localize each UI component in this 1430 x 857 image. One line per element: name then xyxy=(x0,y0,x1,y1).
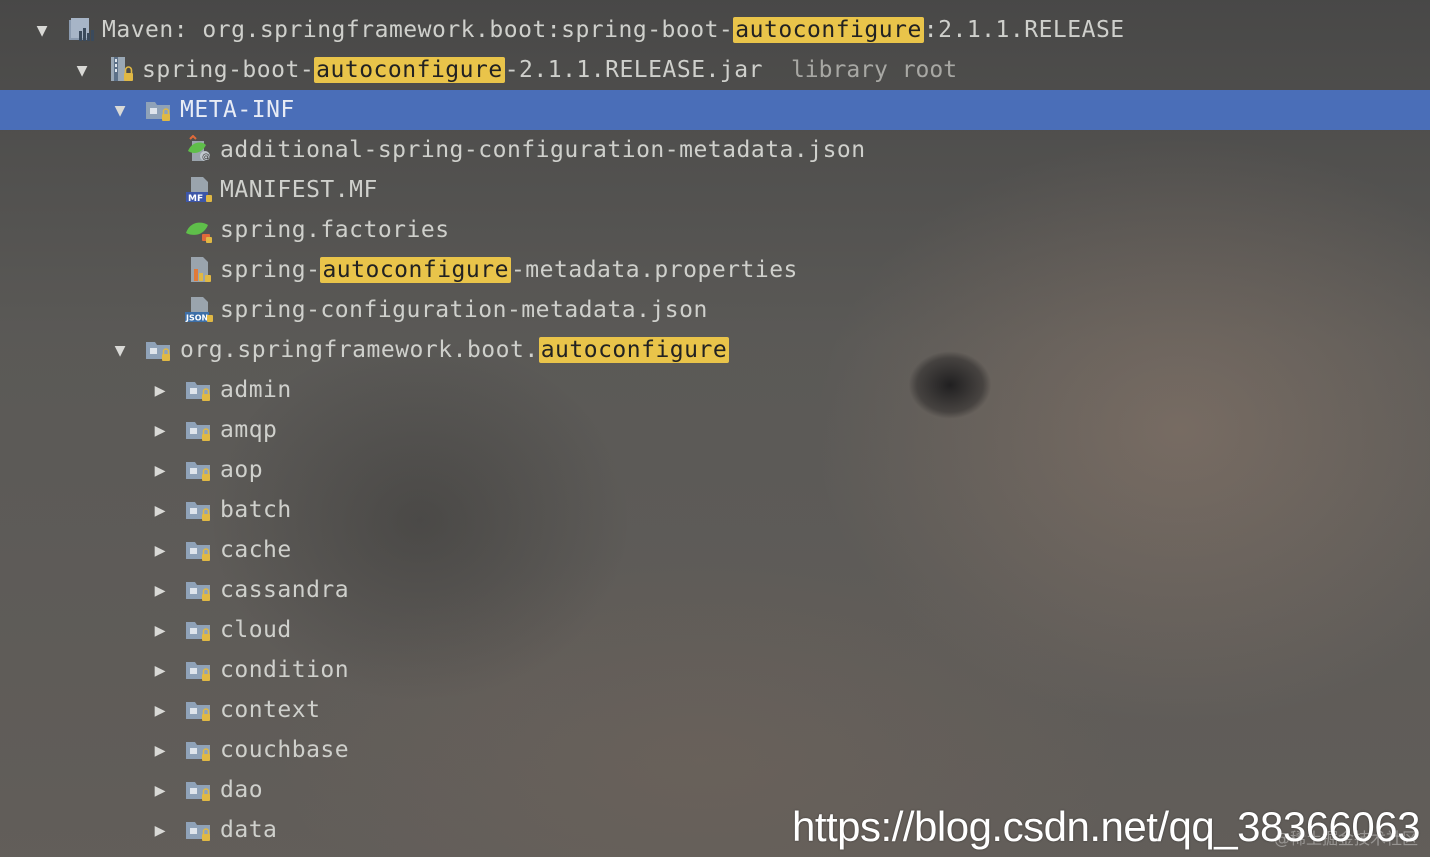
meta-inf-label: META-INF xyxy=(180,97,295,123)
subpackage-label: amqp xyxy=(220,417,278,443)
tree-node-subpackage[interactable]: ▶ admin xyxy=(0,370,1430,410)
watermark-community: @稀土掘金技术社区 xyxy=(1273,829,1418,848)
file-label: MANIFEST.MF xyxy=(220,177,378,203)
subpackage-label: aop xyxy=(220,457,264,483)
json-file-icon: JSON xyxy=(184,295,214,325)
package-folder-icon xyxy=(184,375,214,405)
triangle-right-icon[interactable]: ▶ xyxy=(148,698,172,722)
search-highlight: autoconfigure xyxy=(538,337,730,363)
tree-node-subpackage[interactable]: ▶ aop xyxy=(0,450,1430,490)
package-folder-icon xyxy=(184,695,214,725)
package-folder-icon xyxy=(184,455,214,485)
search-highlight: autoconfigure xyxy=(320,257,511,283)
package-folder-icon xyxy=(144,335,174,365)
tree-node-subpackage[interactable]: ▶ condition xyxy=(0,650,1430,690)
subpackage-label: batch xyxy=(220,497,292,523)
triangle-right-icon[interactable]: ▶ xyxy=(148,818,172,842)
tree-node-subpackage[interactable]: ▶ batch xyxy=(0,490,1430,530)
triangle-down-icon[interactable]: ▼ xyxy=(70,58,94,82)
tree-node-file[interactable]: MF MANIFEST.MF xyxy=(0,170,1430,210)
subpackage-label: condition xyxy=(220,657,350,683)
tree-node-subpackage[interactable]: ▶ cache xyxy=(0,530,1430,570)
triangle-right-icon[interactable]: ▶ xyxy=(148,458,172,482)
triangle-right-icon[interactable]: ▶ xyxy=(148,618,172,642)
file-label: spring.factories xyxy=(220,217,450,243)
properties-file-icon xyxy=(184,255,214,285)
maven-library-label: Maven: org.springframework.boot:spring-b… xyxy=(102,17,1125,43)
triangle-right-icon[interactable]: ▶ xyxy=(148,538,172,562)
spring-json-file-icon: @ xyxy=(184,134,214,165)
subpackage-label: couchbase xyxy=(220,737,350,763)
file-label: spring-autoconfigure-metadata.properties xyxy=(220,257,798,283)
manifest-file-icon: MF xyxy=(184,175,214,205)
svg-text:JSON: JSON xyxy=(185,314,208,323)
spring-factories-icon xyxy=(184,215,214,245)
subpackage-label: cassandra xyxy=(220,577,350,603)
subpackage-label: data xyxy=(220,817,278,843)
package-folder-icon xyxy=(184,535,214,565)
tree-node-meta-inf[interactable]: ▼ META-INF xyxy=(0,90,1430,130)
subpackage-label: cache xyxy=(220,537,292,563)
tree-node-subpackage[interactable]: ▶ context xyxy=(0,690,1430,730)
svg-text:MF: MF xyxy=(188,194,203,204)
package-folder-icon xyxy=(184,735,214,765)
tree-node-file[interactable]: spring-autoconfigure-metadata.properties xyxy=(0,250,1430,290)
tree-node-subpackage[interactable]: ▶ cloud xyxy=(0,610,1430,650)
package-folder-icon xyxy=(184,415,214,445)
triangle-right-icon[interactable]: ▶ xyxy=(148,498,172,522)
library-root-note: library root xyxy=(790,57,958,83)
subpackage-label: context xyxy=(220,697,321,723)
triangle-right-icon[interactable]: ▶ xyxy=(148,418,172,442)
package-folder-icon xyxy=(184,815,214,845)
package-folder-icon xyxy=(144,95,174,125)
package-folder-icon xyxy=(184,615,214,645)
tree-node-package[interactable]: ▼ org.springframework.boot.autoconfigure xyxy=(0,330,1430,370)
file-label: additional-spring-configuration-metadata… xyxy=(220,137,866,163)
tree-node-subpackage[interactable]: ▶ cassandra xyxy=(0,570,1430,610)
subpackage-label: cloud xyxy=(220,617,292,643)
triangle-down-icon[interactable]: ▼ xyxy=(108,98,132,122)
triangle-right-icon[interactable]: ▶ xyxy=(148,658,172,682)
tree-node-subpackage[interactable]: ▶ couchbase xyxy=(0,730,1430,770)
triangle-right-icon[interactable]: ▶ xyxy=(148,778,172,802)
project-tree[interactable]: ▼ Maven: org.springframework.boot:spring… xyxy=(0,10,1430,850)
subpackage-list: ▶ admin ▶ amqp ▶ aop ▶ batch ▶ cache ▶ cassandra ▶ cl… xyxy=(0,370,1430,850)
search-highlight: autoconfigure xyxy=(314,57,505,83)
triangle-down-icon[interactable]: ▼ xyxy=(108,338,132,362)
triangle-right-icon[interactable]: ▶ xyxy=(148,378,172,402)
tree-node-file[interactable]: JSON spring-configuration-metadata.json xyxy=(0,290,1430,330)
tree-node-subpackage[interactable]: ▶ amqp xyxy=(0,410,1430,450)
file-label: spring-configuration-metadata.json xyxy=(220,297,708,323)
jar-archive-icon xyxy=(106,55,136,85)
package-folder-icon xyxy=(184,495,214,525)
triangle-right-icon[interactable]: ▶ xyxy=(148,738,172,762)
svg-text:@: @ xyxy=(202,152,210,161)
tree-node-jar[interactable]: ▼ spring-boot-autoconfigure-2.1.1.RELEAS… xyxy=(0,50,1430,90)
maven-library-icon xyxy=(66,15,96,45)
subpackage-label: dao xyxy=(220,777,264,803)
package-label: org.springframework.boot.autoconfigure xyxy=(180,337,730,363)
tree-node-file[interactable]: spring.factories xyxy=(0,210,1430,250)
triangle-down-icon[interactable]: ▼ xyxy=(30,18,54,42)
tree-node-maven-library[interactable]: ▼ Maven: org.springframework.boot:spring… xyxy=(0,10,1430,50)
package-folder-icon xyxy=(184,775,214,805)
jar-label: spring-boot-autoconfigure-2.1.1.RELEASE.… xyxy=(142,57,763,83)
subpackage-label: admin xyxy=(220,377,292,403)
package-folder-icon xyxy=(184,575,214,605)
triangle-right-icon[interactable]: ▶ xyxy=(148,578,172,602)
tree-node-file[interactable]: @ additional-spring-configuration-metada… xyxy=(0,130,1430,170)
package-folder-icon xyxy=(184,655,214,685)
search-highlight: autoconfigure xyxy=(733,17,924,43)
